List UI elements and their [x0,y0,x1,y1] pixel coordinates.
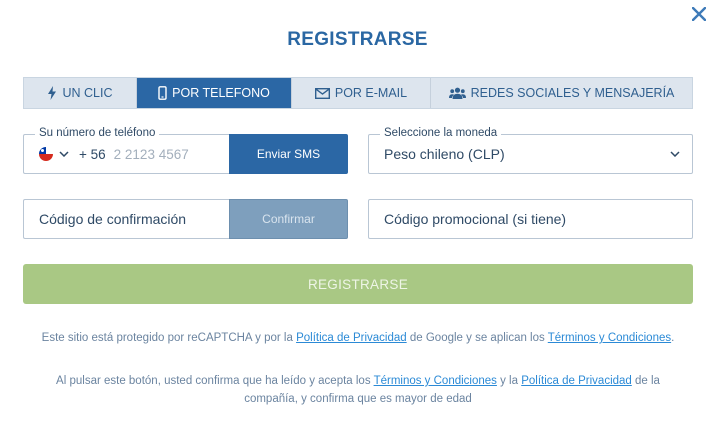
phone-label: Su número de teléfono [35,127,160,139]
chile-flag-icon[interactable] [39,147,53,161]
tab-one-click[interactable]: UN CLIC [24,78,137,108]
privacy-policy-link[interactable]: Política de Privacidad [521,375,632,387]
currency-label: Seleccione la moneda [380,127,502,139]
send-sms-button[interactable]: Enviar SMS [229,134,348,174]
tab-email[interactable]: POR E-MAIL [292,78,431,108]
tab-label: UN CLIC [62,86,113,100]
promo-code-input[interactable] [384,211,692,227]
dial-code: + 56 [79,146,106,162]
lightning-icon [48,86,57,100]
currency-value: Peso chileno (CLP) [384,146,505,162]
close-icon [692,7,706,21]
users-icon [448,87,466,99]
currency-select[interactable]: Peso chileno (CLP) [368,134,693,174]
chevron-down-icon[interactable] [59,151,69,157]
terms-link[interactable]: Términos y Condiciones [374,375,497,387]
confirmation-code-input[interactable] [39,211,229,227]
tab-label: POR TELEFONO [172,86,270,100]
phone-field: + 56 [23,134,229,174]
dialog-title: REGISTRARSE [287,29,428,50]
privacy-policy-link[interactable]: Política de Privacidad [296,332,407,344]
close-button[interactable] [689,4,709,24]
confirmation-code-field [23,199,229,239]
registration-tabs: UN CLIC POR TELEFONO POR E-MAIL REDES SO… [23,77,693,109]
tab-phone[interactable]: POR TELEFONO [137,78,292,108]
envelope-icon [314,87,330,99]
phone-input[interactable] [113,146,224,162]
register-button[interactable]: REGISTRARSE [23,264,693,304]
tab-label: POR E-MAIL [334,86,408,100]
phone-icon [158,86,167,100]
consent-notice: Al pulsar este botón, usted confirma que… [56,375,660,405]
chevron-down-icon [670,151,680,157]
terms-link[interactable]: Términos y Condiciones [548,332,671,344]
recaptcha-notice: Este sitio está protegido por reCAPTCHA … [41,332,675,344]
confirm-button[interactable]: Confirmar [229,199,348,239]
promo-code-field [368,199,693,239]
tab-social[interactable]: REDES SOCIALES Y MENSAJERÍA [431,78,692,108]
tab-label: REDES SOCIALES Y MENSAJERÍA [470,86,675,100]
